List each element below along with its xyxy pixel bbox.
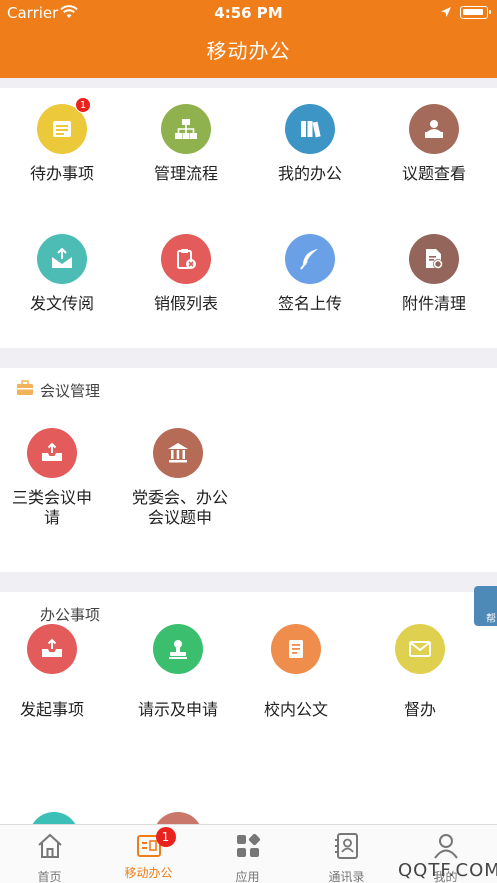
office-item-label: 校内公文 <box>263 700 328 719</box>
todo-badge: 1 <box>75 97 91 113</box>
tab-apps[interactable]: 应用 <box>198 831 297 883</box>
floating-help-label: 帮 <box>486 614 496 625</box>
envelope-icon <box>395 624 445 674</box>
meeting-item-label: 党委会、办公会议题申 <box>131 488 228 527</box>
podium-speaker-icon <box>409 104 459 154</box>
meeting-item-three-types[interactable]: 三类会议申请 <box>0 428 114 528</box>
tab-home[interactable]: 首页 <box>0 831 99 883</box>
grid-item-label: 附件清理 <box>401 294 466 313</box>
battery-icon <box>460 6 491 19</box>
clipboard-cancel-icon <box>161 234 211 284</box>
contacts-book-icon <box>334 833 358 859</box>
org-flow-icon <box>161 104 211 154</box>
grid-item-signature[interactable]: 签名上传 <box>248 234 372 314</box>
grid-item-label: 发文传阅 <box>29 294 94 313</box>
grid-item-label: 我的办公 <box>277 164 342 183</box>
meeting-section: 会议管理 三类会议申请 党委会、办公会议题申 <box>0 368 497 572</box>
building-columns-icon <box>153 428 203 478</box>
user-icon <box>433 834 458 859</box>
grid-item-label: 签名上传 <box>277 294 342 313</box>
office-section: 办公事项 发起事项 请示及申请 校内公文 督办 <box>0 592 497 862</box>
grid-item-label: 管理流程 <box>153 164 218 183</box>
office-item-supervise[interactable]: 督办 <box>358 624 482 720</box>
office-card-icon: 1 <box>134 827 176 861</box>
stamp-icon <box>153 624 203 674</box>
nav-title: 移动办公 <box>0 26 497 78</box>
meeting-item-label: 三类会议申请 <box>12 488 93 527</box>
tray-upload-icon <box>27 624 77 674</box>
office-item-label: 督办 <box>403 700 436 719</box>
floating-help-button[interactable]: 帮 <box>474 586 497 626</box>
file-gear-icon <box>409 234 459 284</box>
tab-badge: 1 <box>155 827 176 847</box>
meeting-item-party-committee[interactable]: 党委会、办公会议题申 <box>116 428 240 528</box>
tray-upload-icon <box>27 428 77 478</box>
grid-item-circulate[interactable]: 发文传阅 <box>0 234 124 314</box>
mail-upload-icon <box>37 234 87 284</box>
apps-grid-icon <box>236 833 260 857</box>
location-arrow-icon <box>441 7 451 17</box>
grid-item-label: 待办事项 <box>29 164 94 183</box>
grid-item-attachment-clean[interactable]: 附件清理 <box>372 234 496 314</box>
tab-label: 移动办公 <box>124 866 173 880</box>
tab-mobile-office[interactable]: 1 移动办公 <box>99 827 198 881</box>
office-item-official-doc[interactable]: 校内公文 <box>234 624 358 720</box>
status-time: 4:56 PM <box>214 4 283 22</box>
briefcase-icon <box>17 380 33 395</box>
grid-item-topics[interactable]: 议题查看 <box>372 104 496 184</box>
grid-item-workflow[interactable]: 管理流程 <box>124 104 248 184</box>
feather-pen-icon <box>285 234 335 284</box>
tab-label: 通讯录 <box>328 870 365 883</box>
grid-item-todo[interactable]: 1 待办事项 <box>0 97 124 184</box>
section-title: 会议管理 <box>40 382 101 400</box>
document-icon <box>271 624 321 674</box>
watermark-text: QQTF.COM <box>398 860 497 881</box>
books-icon <box>285 104 335 154</box>
grid-item-label: 议题查看 <box>401 164 466 183</box>
grid-item-label: 销假列表 <box>153 294 218 313</box>
tab-contacts[interactable]: 通讯录 <box>297 831 396 883</box>
grid-item-leave-list[interactable]: 销假列表 <box>124 234 248 314</box>
todo-list-icon: 1 <box>37 97 91 154</box>
status-bar: Carrier 4:56 PM <box>0 0 497 26</box>
main-grid-section: 1 待办事项 管理流程 我的办公 议题查看 发文传阅 销假列表 签名上传 附件清… <box>0 88 497 348</box>
office-item-label: 发起事项 <box>19 700 84 719</box>
office-item-label: 请示及申请 <box>137 700 218 719</box>
section-title: 办公事项 <box>40 606 101 624</box>
tab-label: 首页 <box>37 870 62 883</box>
office-item-initiate[interactable]: 发起事项 <box>0 624 114 720</box>
office-item-request[interactable]: 请示及申请 <box>116 624 240 720</box>
tab-label: 应用 <box>235 870 260 883</box>
grid-item-my-office[interactable]: 我的办公 <box>248 104 372 184</box>
home-icon <box>37 833 62 858</box>
